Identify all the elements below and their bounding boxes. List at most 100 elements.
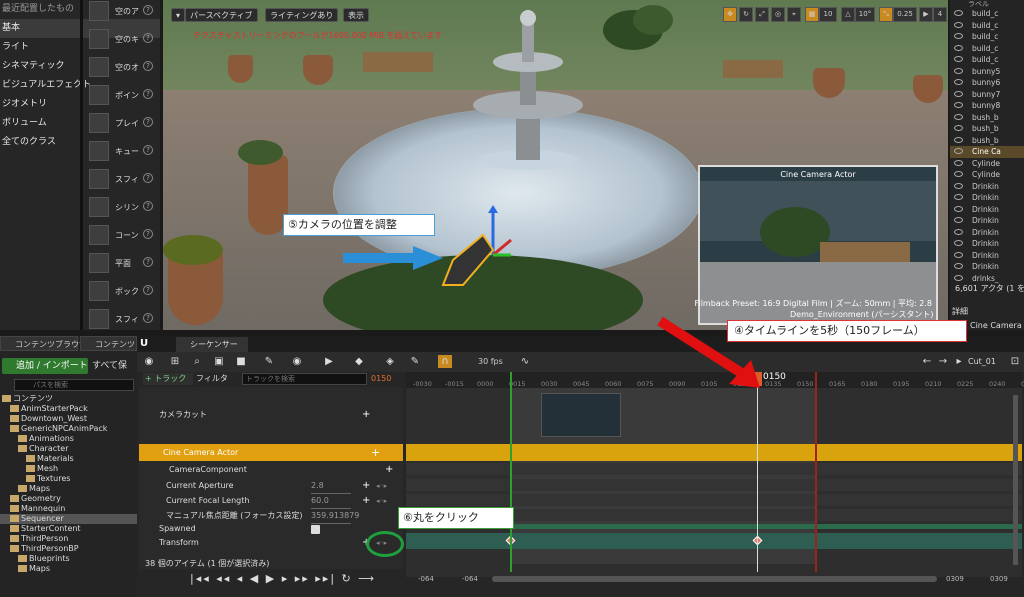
outliner-row[interactable]: Drinkin — [950, 204, 1024, 216]
folder-item[interactable]: Materials — [0, 454, 137, 464]
visibility-eye-icon[interactable] — [954, 67, 963, 74]
visibility-eye-icon[interactable] — [954, 274, 963, 281]
details-tab[interactable]: 詳細 — [952, 306, 968, 317]
folder-item[interactable]: Mannequin — [0, 504, 137, 514]
tab-content[interactable]: コンテンツ — [80, 336, 137, 351]
camera-speed-value[interactable]: 4 — [933, 7, 947, 22]
spawned-track[interactable]: Spawned — [139, 522, 403, 536]
visibility-eye-icon[interactable] — [954, 171, 963, 177]
perspective-button[interactable]: パースペクティブ — [185, 8, 258, 22]
camera-speed-icon[interactable]: ▶ — [919, 7, 933, 22]
place-item[interactable]: シリン? — [86, 196, 156, 220]
help-icon[interactable]: ? — [143, 117, 153, 127]
visibility-eye-icon[interactable] — [954, 228, 963, 235]
help-icon[interactable]: ? — [143, 61, 153, 71]
folder-item[interactable]: Textures — [0, 474, 137, 484]
track-search-input[interactable]: トラックを検索 — [242, 373, 367, 385]
place-item[interactable]: ポイン? — [86, 84, 156, 108]
outliner-header[interactable]: ラベル — [950, 0, 1024, 8]
place-item[interactable]: キュー? — [86, 140, 156, 164]
grid-snap-value[interactable]: 10 — [819, 7, 837, 22]
visibility-eye-icon[interactable] — [954, 240, 963, 246]
folder-item[interactable]: Mesh — [0, 464, 137, 474]
rotate-tool-icon[interactable]: ↻ — [739, 7, 753, 22]
folder-item[interactable]: GenericNPCAnimPack — [0, 424, 137, 434]
outliner-row[interactable]: bush_b — [950, 123, 1024, 135]
nav-back-icon[interactable]: ← — [920, 355, 934, 368]
outliner-row[interactable]: Drinkin — [950, 261, 1024, 273]
folder-item[interactable]: Maps — [0, 484, 137, 494]
search-icon[interactable]: ⌕ — [190, 355, 204, 368]
camera-cut-track[interactable]: カメラカット + — [139, 408, 403, 422]
visibility-eye-icon[interactable] — [954, 44, 963, 51]
save-icon[interactable]: ◉ — [142, 355, 156, 368]
transform-section[interactable] — [406, 533, 1022, 549]
outliner-row[interactable]: Cylinde — [950, 158, 1024, 170]
outliner-row[interactable]: bunny6 — [950, 77, 1024, 89]
place-item[interactable]: プレイ? — [86, 112, 156, 136]
outliner-row[interactable]: build_c — [950, 8, 1024, 20]
visibility-eye-icon[interactable] — [954, 33, 963, 39]
play-options-icon[interactable]: ▶ — [322, 355, 336, 368]
cine-camera-actor-track[interactable]: Cine Camera Actor + — [139, 444, 403, 461]
help-icon[interactable]: ? — [143, 313, 153, 323]
visibility-eye-icon[interactable] — [954, 21, 963, 28]
outliner-row[interactable]: bush_b — [950, 135, 1024, 147]
outliner-row[interactable]: build_c — [950, 54, 1024, 66]
rotation-snap-value[interactable]: 10° — [855, 7, 875, 22]
add-key-icon[interactable]: + — [362, 479, 370, 493]
scale-snap-value[interactable]: 0.25 — [893, 7, 917, 22]
lock-icon[interactable]: ⊡ — [1008, 355, 1022, 368]
outliner-row[interactable]: build_c — [950, 43, 1024, 55]
grid-snap-icon[interactable]: ▦ — [805, 7, 819, 22]
visibility-eye-icon[interactable] — [954, 159, 963, 166]
outliner-row[interactable]: Drinkin — [950, 181, 1024, 193]
help-icon[interactable]: ? — [143, 145, 153, 155]
spawned-checkbox[interactable] — [311, 525, 320, 534]
outliner-row[interactable]: bunny7 — [950, 89, 1024, 101]
key-tangent-icon[interactable]: ◈ — [383, 355, 397, 368]
scale-tool-icon[interactable]: ⤢ — [755, 7, 769, 22]
add-icon[interactable]: + — [371, 444, 380, 461]
add-key-icon[interactable]: + — [362, 494, 370, 508]
outliner-row[interactable]: bunny5 — [950, 66, 1024, 78]
transform-track[interactable]: Transform + ◂◦▸ — [139, 536, 403, 550]
outliner-row[interactable]: bunny8 — [950, 100, 1024, 112]
folder-item[interactable]: Blueprints — [0, 554, 137, 564]
folder-item[interactable]: コンテンツ — [0, 394, 137, 404]
world-local-icon[interactable]: ◎ — [771, 7, 785, 22]
horizontal-scrollbar[interactable] — [492, 576, 937, 582]
visibility-eye-icon[interactable] — [954, 251, 963, 258]
render-movie-icon[interactable]: ▣ — [212, 355, 226, 368]
outliner-row[interactable]: Drinkin — [950, 215, 1024, 227]
add-track-button[interactable]: + トラック — [143, 373, 193, 385]
place-item[interactable]: ボック? — [86, 280, 156, 304]
folder-item[interactable]: ThirdPerson — [0, 534, 137, 544]
key-nav-icon[interactable]: ◂◦▸ — [376, 479, 387, 493]
sequence-name[interactable]: Cut_01 — [968, 357, 996, 366]
place-item[interactable]: スフィ? — [86, 308, 156, 332]
vertical-scrollbar[interactable] — [1013, 395, 1018, 565]
snap-magnet-icon[interactable]: ∩ — [438, 355, 452, 368]
visibility-eye-icon[interactable] — [954, 102, 963, 108]
visibility-eye-icon[interactable] — [954, 56, 963, 62]
outliner-row[interactable]: build_c — [950, 31, 1024, 43]
lighting-button[interactable]: ライティングあり — [265, 8, 339, 22]
outliner-row[interactable]: build_c — [950, 20, 1024, 32]
visibility-eye-icon[interactable] — [954, 113, 963, 120]
fps-dropdown[interactable]: 30 fps — [478, 357, 503, 366]
surface-snap-icon[interactable]: ⌖ — [787, 7, 801, 22]
playback-end-label[interactable]: 0309 — [946, 575, 964, 583]
folder-item[interactable]: Animations — [0, 434, 137, 444]
outliner-row[interactable]: Cylinde — [950, 169, 1024, 181]
visibility-eye-icon[interactable] — [954, 182, 963, 189]
pencil-icon[interactable]: ✎ — [408, 355, 422, 368]
current-frame-field[interactable]: 0150 — [371, 373, 391, 385]
place-item[interactable]: 空のキ? — [86, 28, 156, 52]
visibility-eye-icon[interactable] — [954, 194, 963, 200]
add-cut-icon[interactable]: + — [362, 408, 370, 422]
folder-item[interactable]: Sequencer — [0, 514, 137, 524]
focal-length-track[interactable]: Current Focal Length 60.0 + ◂◦▸ — [139, 494, 403, 509]
help-icon[interactable]: ? — [143, 5, 153, 15]
add-icon[interactable]: + — [385, 463, 393, 477]
